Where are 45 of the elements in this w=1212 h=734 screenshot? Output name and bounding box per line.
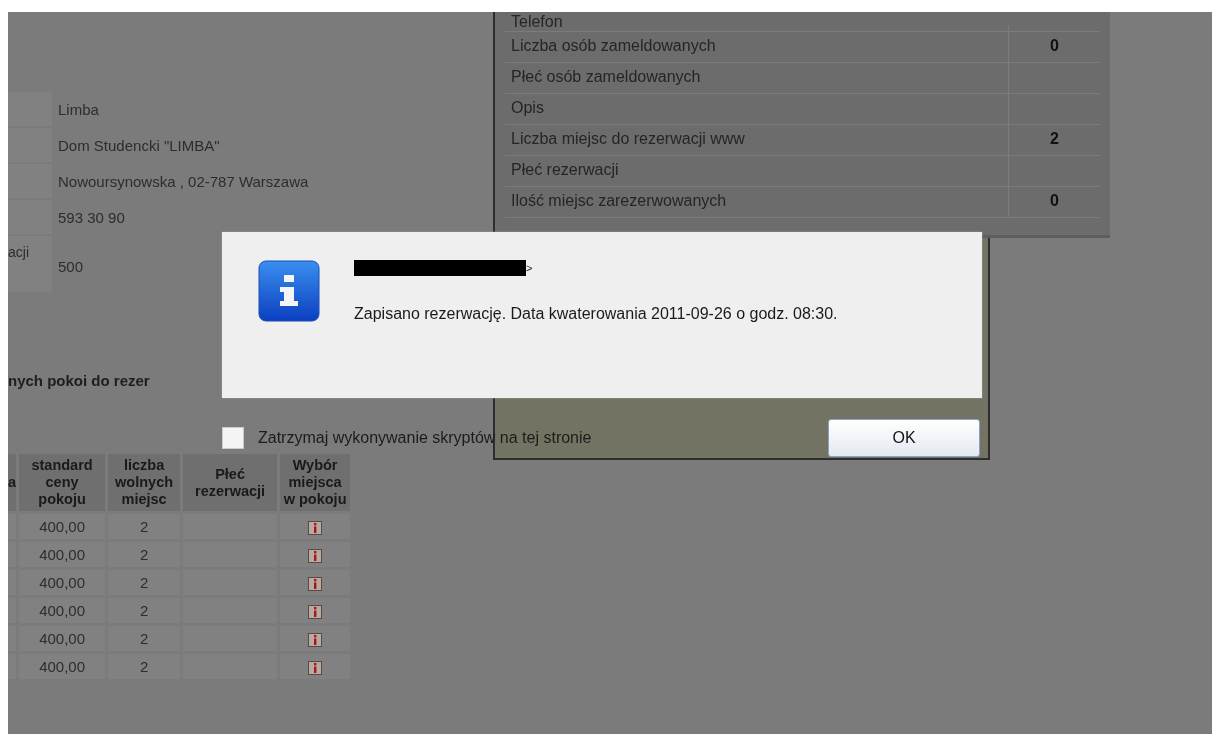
- column-header: a: [8, 454, 17, 511]
- info-label: Ilość miejsc zarezerwowanych: [510, 191, 728, 211]
- info-value: 2: [1050, 130, 1059, 149]
- table-cell: 400,00: [19, 570, 106, 595]
- info-icon[interactable]: [308, 549, 323, 563]
- info-label: Opis: [510, 98, 545, 118]
- checkbox[interactable]: [222, 427, 244, 449]
- table-cell: 2: [108, 514, 181, 539]
- info-label: Płeć rezerwacji: [510, 160, 620, 180]
- info-icon[interactable]: [308, 633, 323, 647]
- detail-value: Dom Studencki "LIMBA": [58, 136, 220, 154]
- detail-value: Limba: [58, 100, 99, 118]
- info-label: Płeć osób zameldowanych: [510, 67, 702, 87]
- detail-value: Nowoursynowska , 02-787 Warszawa: [58, 172, 309, 190]
- info-icon[interactable]: [308, 661, 323, 675]
- info-label: Liczba miejsc do rezerwacji www: [510, 129, 746, 149]
- table-cell: 400,00: [19, 598, 106, 623]
- ok-button[interactable]: OK: [828, 419, 980, 457]
- table-cell: 400,00: [19, 654, 106, 679]
- table-cell: 2: [108, 598, 181, 623]
- table-cell: 2: [108, 542, 181, 567]
- dialog-title: >: [526, 262, 533, 274]
- info-icon[interactable]: [308, 521, 323, 535]
- info-value: 0: [1050, 192, 1059, 211]
- info-value: 0: [1050, 37, 1059, 56]
- section-heading: nych pokoi do rezer: [8, 372, 151, 389]
- column-header: Płeć rezerwacji: [183, 454, 278, 511]
- table-cell: 2: [108, 654, 181, 679]
- column-header: liczba wolnych miejsc: [108, 454, 181, 511]
- detail-label: acji: [8, 244, 29, 260]
- table-cell: 2: [108, 570, 181, 595]
- detail-value: 593 30 90: [58, 208, 125, 226]
- table-cell: 400,00: [19, 626, 106, 651]
- info-icon[interactable]: [308, 605, 323, 619]
- info-icon[interactable]: [308, 577, 323, 591]
- info-icon: [258, 260, 320, 322]
- info-label: Telefon: [510, 13, 564, 31]
- dialog-message: Zapisano rezerwację. Data kwaterowania 2011-09-26 o godz. 08:30.: [354, 304, 839, 324]
- column-header: Wybór miejsca w pokoju: [280, 454, 351, 511]
- info-label: Liczba osób zameldowanych: [510, 36, 717, 56]
- table-cell: 400,00: [19, 514, 106, 539]
- table-cell: 400,00: [19, 542, 106, 567]
- table-cell: 2: [108, 626, 181, 651]
- detail-value: 500: [58, 257, 84, 275]
- column-header: standard ceny pokoju: [19, 454, 106, 511]
